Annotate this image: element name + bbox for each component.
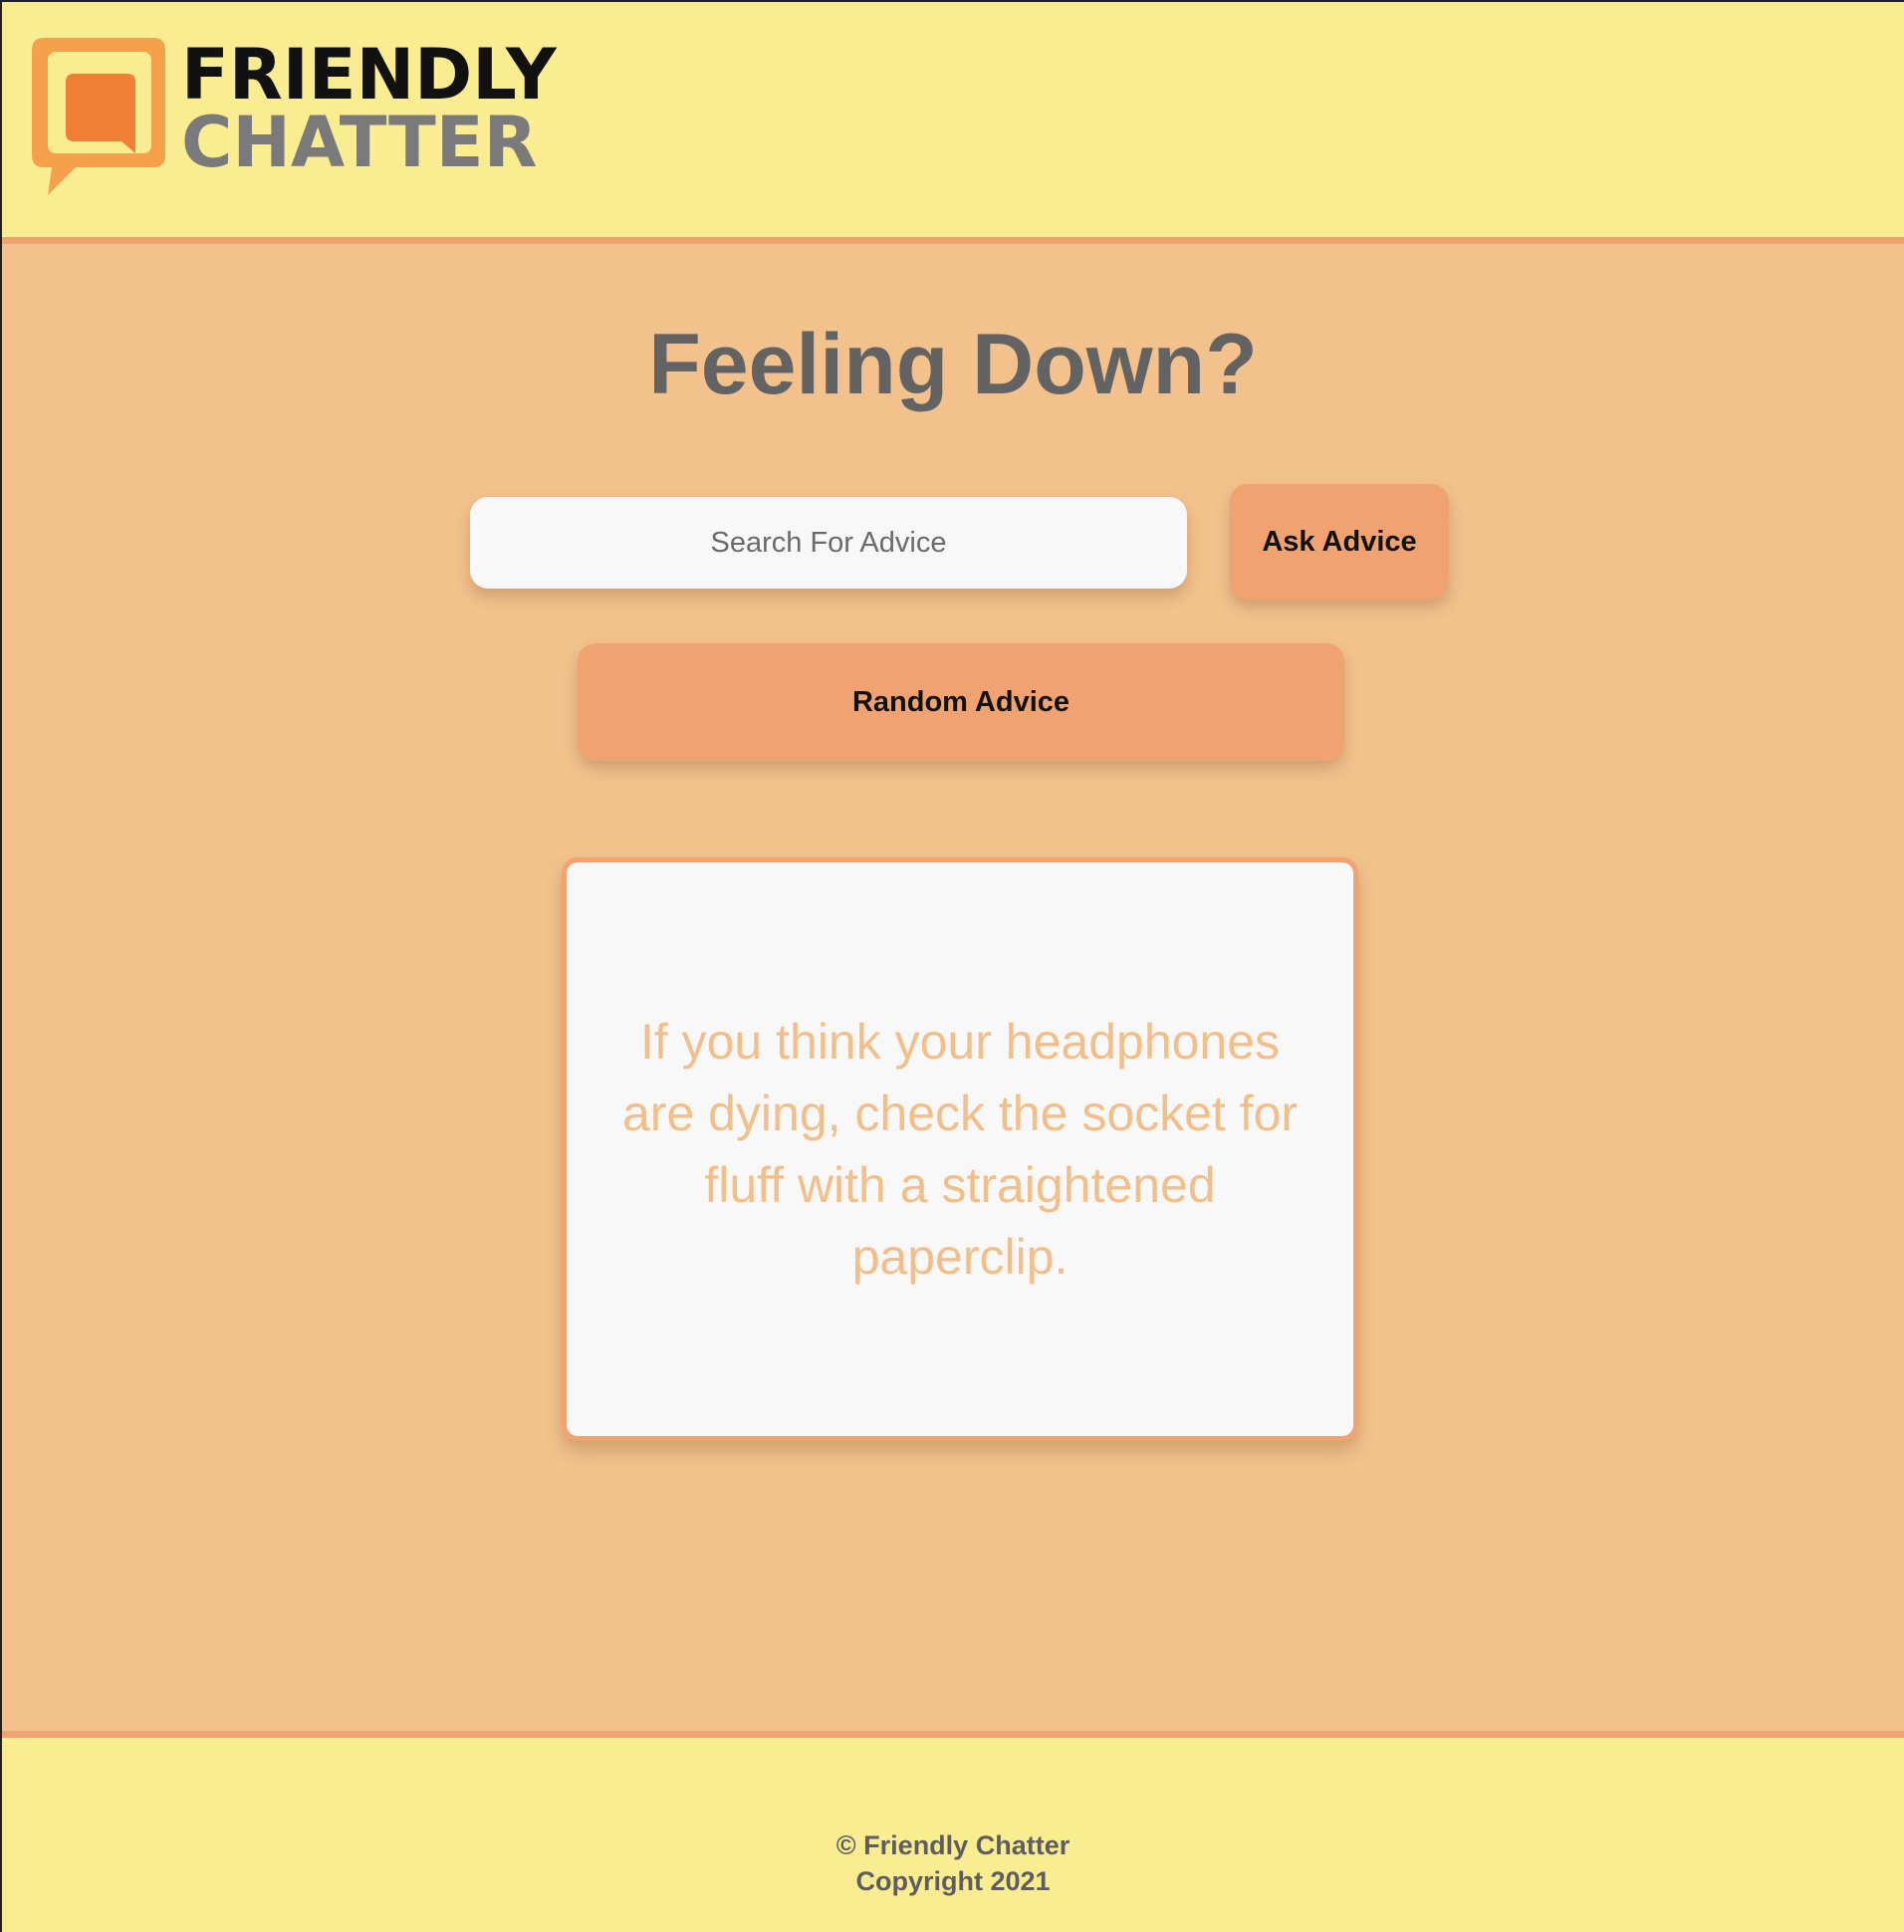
- page-title: Feeling Down?: [648, 317, 1258, 412]
- advice-card: If you think your headphones are dying, …: [562, 857, 1358, 1441]
- ask-advice-button[interactable]: Ask Advice: [1230, 484, 1449, 600]
- site-header: FRIENDLY CHATTER: [2, 2, 1904, 244]
- footer-copyright-year: Copyright 2021: [855, 1866, 1051, 1896]
- brand-name-line2: CHATTER: [181, 102, 538, 183]
- footer-copyright-owner: © Friendly Chatter: [835, 1830, 1071, 1860]
- random-advice-button[interactable]: Random Advice: [578, 643, 1344, 761]
- brand-name-line1: FRIENDLY: [181, 34, 557, 116]
- speech-bubble-icon: [32, 38, 165, 195]
- main-content: Feeling Down? Ask Advice Random Advice I…: [2, 244, 1904, 1731]
- brand-logo[interactable]: FRIENDLY CHATTER: [30, 38, 588, 207]
- search-input[interactable]: [470, 497, 1187, 589]
- site-footer: © Friendly Chatter Copyright 2021: [2, 1731, 1904, 1932]
- advice-text: If you think your headphones are dying, …: [621, 1014, 1299, 1285]
